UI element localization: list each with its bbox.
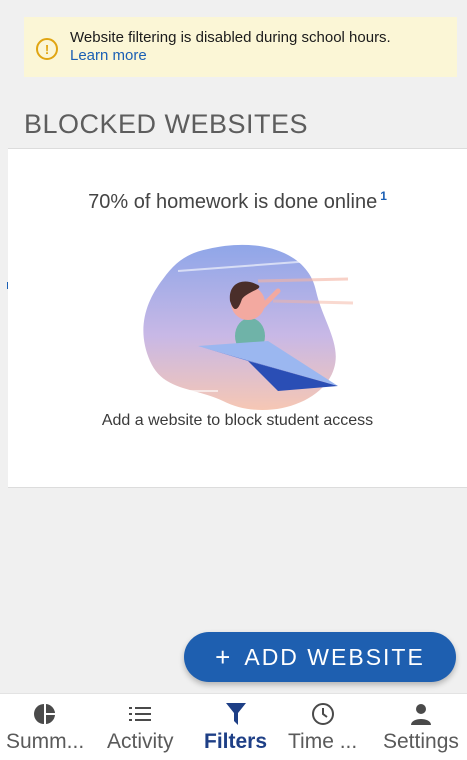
empty-state-card: 70% of homework is done online 1 Add a w…: [8, 148, 467, 488]
filter-icon: [204, 702, 267, 726]
empty-state-caption: Add a website to block student access: [101, 412, 374, 429]
tab-settings[interactable]: Settings: [383, 702, 459, 754]
stat-text: 70% of homework is done online: [88, 191, 378, 213]
bottom-tab-bar: Summ... Activity Filters Time ... Settin…: [0, 693, 467, 760]
footnote-link[interactable]: 1: [380, 189, 387, 203]
section-title: BLOCKED WEBSITES: [24, 109, 309, 139]
tab-label: Activity: [107, 730, 174, 753]
tab-label: Filters: [204, 730, 268, 753]
tab-time[interactable]: Time ...: [288, 702, 357, 754]
plus-icon: +: [215, 641, 233, 672]
person-icon: [383, 702, 459, 726]
tab-filters[interactable]: Filters: [204, 702, 267, 754]
paper-plane-illustration: [143, 244, 354, 411]
notice-message: Website filtering is disabled during sch…: [70, 29, 391, 46]
tab-label: Settings: [383, 730, 459, 753]
list-icon: [107, 702, 174, 726]
tab-activity[interactable]: Activity: [107, 702, 174, 754]
tab-summary[interactable]: Summ...: [6, 702, 84, 754]
clock-icon: [288, 702, 357, 726]
learn-more-link[interactable]: Learn more: [70, 47, 147, 64]
add-website-button[interactable]: + ADD WEBSITE: [184, 632, 456, 682]
add-website-label: ADD WEBSITE: [244, 643, 425, 670]
tab-label: Time ...: [288, 730, 358, 753]
tab-label: Summ...: [6, 730, 85, 753]
filtering-notice-banner: ! Website filtering is disabled during s…: [24, 17, 457, 77]
homework-stat: 70% of homework is done online 1: [8, 189, 467, 214]
warning-icon: !: [36, 38, 58, 60]
pie-chart-icon: [6, 702, 84, 726]
app-screen: ! Website filtering is disabled during s…: [0, 0, 467, 760]
